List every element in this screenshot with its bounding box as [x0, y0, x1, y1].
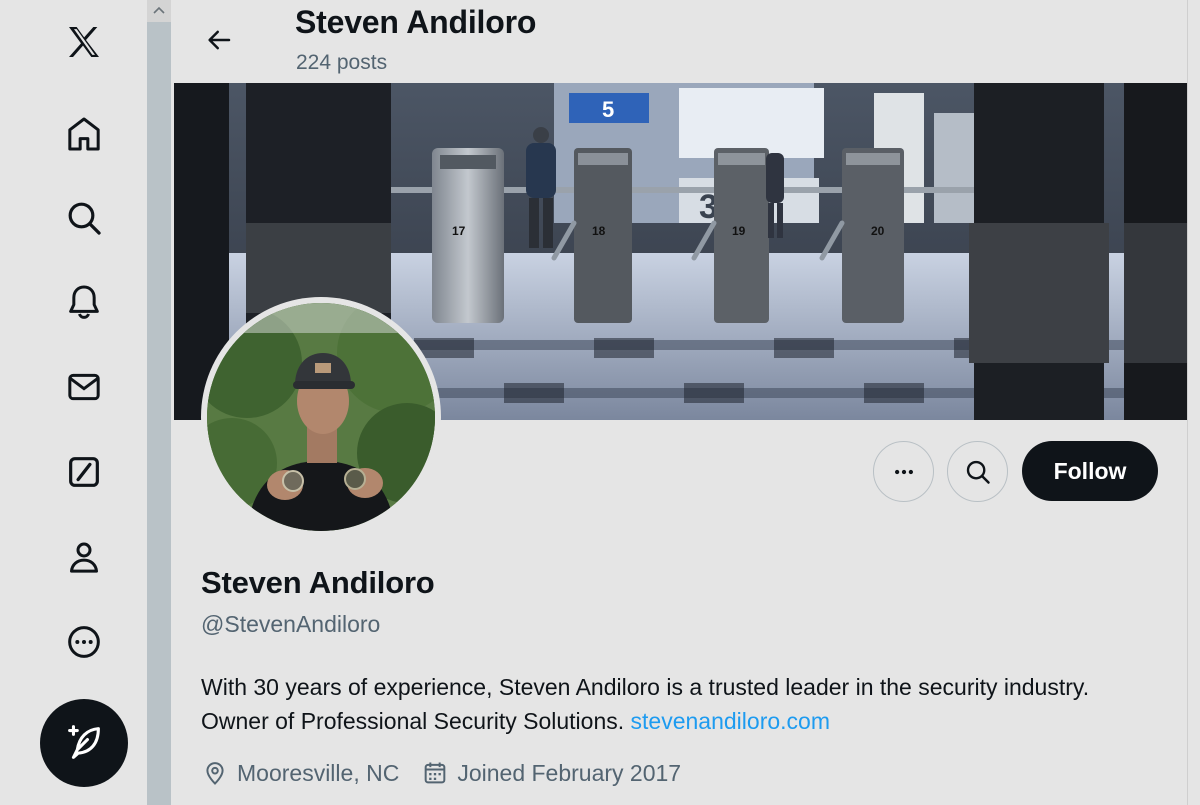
avatar-photo [207, 303, 435, 531]
banner-sign-5: 5 [602, 97, 614, 122]
bio-website-link[interactable]: stevenandiloro.com [631, 708, 830, 734]
scroll-up-arrow-icon[interactable] [150, 4, 168, 16]
location-item: Mooresville, NC [201, 759, 399, 787]
scrollbar-thumb[interactable] [147, 22, 171, 805]
app-window: Steven Andiloro 224 posts 5 3 17 18 19 2… [0, 0, 1200, 805]
notifications-icon[interactable] [54, 272, 114, 332]
profile-main: Steven Andiloro 224 posts 5 3 17 18 19 2… [171, 0, 1187, 805]
compose-icon [68, 725, 100, 759]
display-name: Steven Andiloro [201, 565, 435, 600]
banner-sign-17: 17 [452, 224, 466, 238]
x-logo-icon[interactable] [54, 12, 114, 72]
banner-sign-20: 20 [871, 224, 885, 238]
right-gutter [1187, 0, 1200, 805]
arrow-left-icon [208, 30, 231, 50]
search-icon [966, 460, 990, 484]
location-text: Mooresville, NC [237, 759, 400, 786]
profile-avatar[interactable] [201, 297, 441, 537]
home-icon[interactable] [54, 104, 114, 164]
profile-icon[interactable] [54, 527, 114, 587]
banner-sign-19: 19 [732, 224, 746, 238]
page-title: Steven Andiloro [295, 4, 537, 40]
more-icon[interactable] [54, 612, 114, 672]
more-options-button[interactable] [873, 441, 934, 502]
compose-post-button[interactable] [40, 699, 128, 787]
profile-header: Steven Andiloro 224 posts [171, 0, 1187, 82]
user-handle: @StevenAndiloro [201, 611, 381, 637]
joined-text: Joined February 2017 [457, 759, 682, 786]
more-horizontal-icon [894, 469, 913, 474]
location-pin-icon [206, 762, 224, 785]
back-button[interactable] [197, 18, 241, 62]
messages-icon[interactable] [54, 357, 114, 417]
profile-meta: Mooresville, NC Joined February 2017 [201, 756, 703, 790]
banner-sign-18: 18 [592, 224, 606, 238]
grok-icon[interactable] [54, 442, 114, 502]
post-count: 224 posts [296, 51, 388, 74]
search-profile-button[interactable] [947, 441, 1008, 502]
sidebar-nav [0, 0, 147, 805]
search-icon[interactable] [54, 188, 114, 248]
joined-item: Joined February 2017 [421, 759, 681, 787]
profile-bio: With 30 years of experience, Steven Andi… [201, 670, 1161, 738]
follow-button[interactable]: Follow [1022, 441, 1158, 501]
calendar-icon [425, 762, 446, 784]
